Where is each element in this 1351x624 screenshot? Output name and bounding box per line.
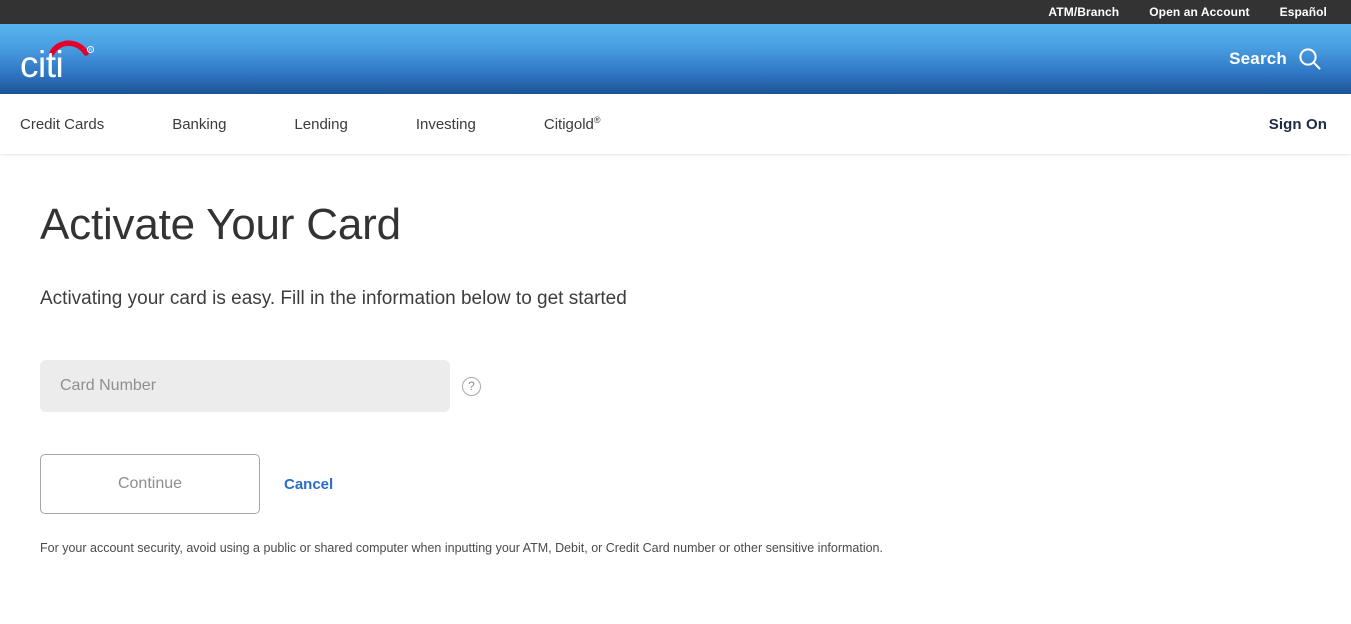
nav-item-citigold-label: Citigold bbox=[543, 115, 594, 133]
continue-button[interactable]: Continue bbox=[40, 454, 260, 515]
utility-bar: ATM/Branch Open an Account Español bbox=[0, 0, 1351, 24]
utility-link-atm-branch[interactable]: ATM/Branch bbox=[1048, 0, 1119, 24]
card-number-row: ? bbox=[40, 360, 1311, 413]
nav-item-credit-cards[interactable]: Credit Cards bbox=[20, 116, 104, 133]
nav-items: Credit Cards Banking Lending Investing C… bbox=[20, 114, 601, 133]
citi-logo[interactable]: R citi bbox=[20, 36, 102, 82]
nav-item-lending[interactable]: Lending bbox=[294, 116, 347, 133]
cancel-link[interactable]: Cancel bbox=[284, 476, 333, 493]
utility-link-open-account[interactable]: Open an Account bbox=[1149, 0, 1249, 24]
nav-item-banking[interactable]: Banking bbox=[172, 116, 226, 133]
page-title: Activate Your Card bbox=[40, 200, 401, 249]
nav-item-citigold[interactable]: Citigold® bbox=[543, 114, 601, 133]
security-disclaimer: For your account security, avoid using a… bbox=[40, 541, 883, 556]
citi-logo-mark: R citi bbox=[20, 40, 95, 82]
svg-text:R: R bbox=[89, 48, 92, 53]
svg-text:citi: citi bbox=[20, 44, 63, 82]
utility-link-espanol[interactable]: Español bbox=[1280, 0, 1327, 24]
search-icon bbox=[1299, 48, 1321, 70]
card-number-input[interactable] bbox=[40, 360, 450, 413]
page-subtitle: Activating your card is easy. Fill in th… bbox=[40, 288, 627, 310]
sign-on-button[interactable]: Sign On bbox=[1269, 116, 1327, 133]
search-button[interactable]: Search bbox=[1229, 46, 1329, 72]
brand-bar: R citi Search bbox=[0, 24, 1351, 94]
nav-item-investing[interactable]: Investing bbox=[416, 116, 476, 133]
registered-mark-icon: ® bbox=[593, 114, 601, 125]
help-icon[interactable]: ? bbox=[462, 376, 481, 396]
search-label: Search bbox=[1229, 49, 1287, 68]
main-content: Activate Your Card Activating your card … bbox=[0, 200, 1351, 558]
form-actions: Continue Cancel bbox=[40, 454, 1311, 515]
main-nav-bar: Credit Cards Banking Lending Investing C… bbox=[0, 94, 1351, 155]
